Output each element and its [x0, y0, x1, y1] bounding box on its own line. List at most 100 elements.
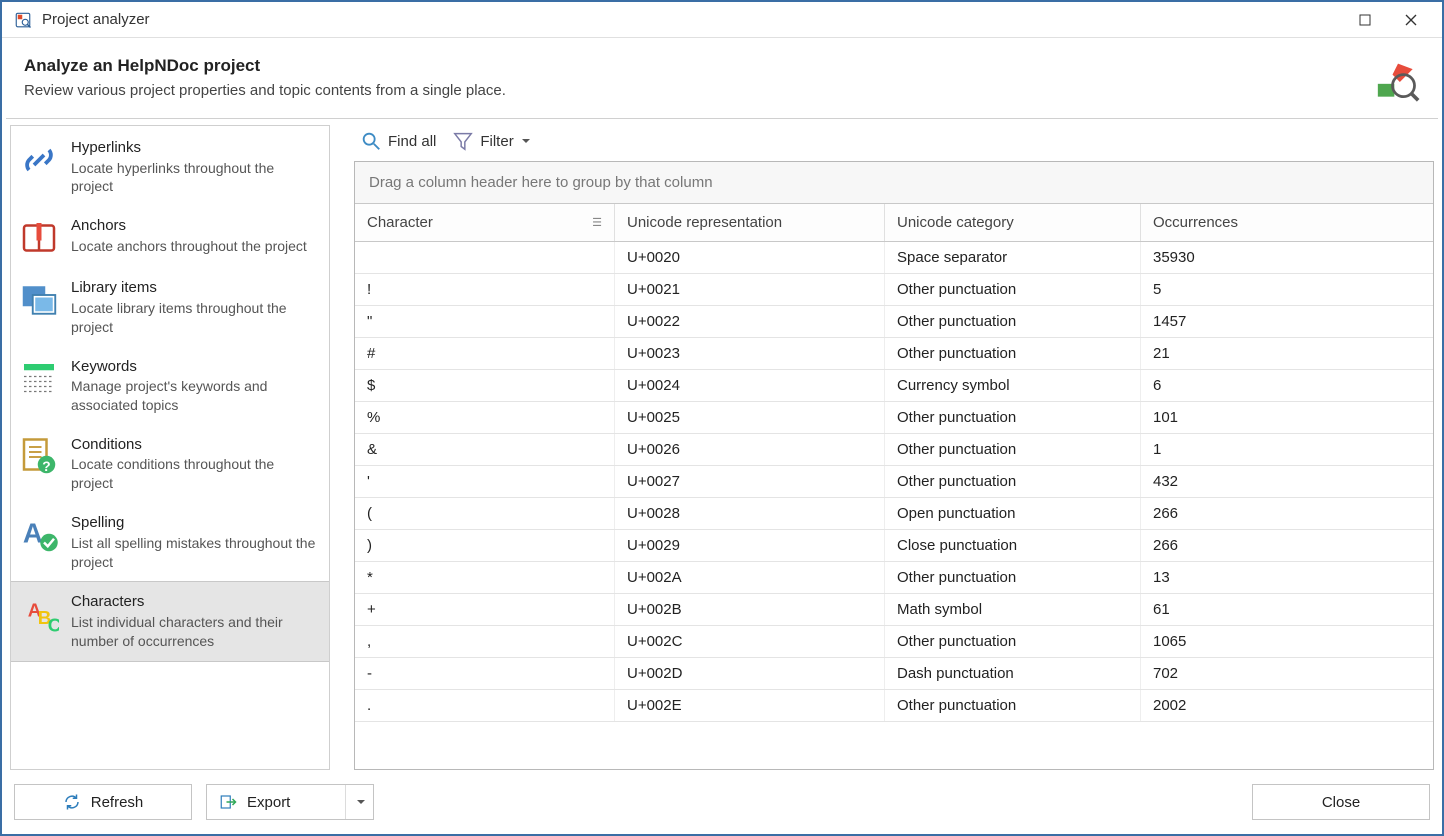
table-row[interactable]: (U+0028Open punctuation266: [355, 498, 1433, 530]
sidebar-item-conditions[interactable]: ? Conditions Locate conditions throughou…: [11, 425, 329, 503]
nav-title: Anchors: [71, 216, 319, 236]
nav-title: Conditions: [71, 435, 319, 455]
cell-unicode: U+0023: [615, 338, 885, 369]
book-icon: [19, 218, 59, 258]
results-grid: Drag a column header here to group by th…: [354, 161, 1434, 770]
column-header-category[interactable]: Unicode category: [885, 204, 1141, 241]
app-icon: [14, 11, 32, 29]
sidebar-item-keywords[interactable]: Keywords Manage project's keywords and a…: [11, 347, 329, 425]
nav-desc: List individual characters and their num…: [71, 613, 319, 651]
cell-character: !: [355, 274, 615, 305]
cell-unicode: U+002A: [615, 562, 885, 593]
cell-category: Open punctuation: [885, 498, 1141, 529]
cell-character: ): [355, 530, 615, 561]
table-row[interactable]: *U+002AOther punctuation13: [355, 562, 1433, 594]
table-row[interactable]: )U+0029Close punctuation266: [355, 530, 1433, 562]
sidebar-item-spelling[interactable]: A Spelling List all spelling mistakes th…: [11, 503, 329, 581]
cell-occurrences: 266: [1141, 498, 1433, 529]
table-row[interactable]: #U+0023Other punctuation21: [355, 338, 1433, 370]
window-controls: [1342, 4, 1434, 36]
cell-category: Other punctuation: [885, 306, 1141, 337]
table-row[interactable]: !U+0021Other punctuation5: [355, 274, 1433, 306]
cell-character: %: [355, 402, 615, 433]
cell-unicode: U+002E: [615, 690, 885, 721]
sidebar-item-library[interactable]: Library items Locate library items throu…: [11, 268, 329, 346]
column-header-unicode[interactable]: Unicode representation: [615, 204, 885, 241]
table-row[interactable]: %U+0025Other punctuation101: [355, 402, 1433, 434]
cell-occurrences: 13: [1141, 562, 1433, 593]
table-row[interactable]: 'U+0027Other punctuation432: [355, 466, 1433, 498]
cell-character: [355, 242, 615, 273]
content-area: Hyperlinks Locate hyperlinks throughout …: [2, 119, 1442, 772]
export-dropdown-arrow[interactable]: [345, 785, 373, 819]
table-row[interactable]: $U+0024Currency symbol6: [355, 370, 1433, 402]
table-row[interactable]: .U+002EOther punctuation2002: [355, 690, 1433, 722]
group-by-bar[interactable]: Drag a column header here to group by th…: [355, 162, 1433, 204]
find-all-label: Find all: [388, 133, 436, 150]
cell-character: ': [355, 466, 615, 497]
cell-character: -: [355, 658, 615, 689]
close-dialog-button[interactable]: Close: [1252, 784, 1430, 820]
cell-unicode: U+0021: [615, 274, 885, 305]
close-button[interactable]: [1388, 4, 1434, 36]
cell-category: Other punctuation: [885, 562, 1141, 593]
refresh-icon: [63, 793, 81, 811]
sidebar-item-hyperlinks[interactable]: Hyperlinks Locate hyperlinks throughout …: [11, 128, 329, 206]
cell-category: Other punctuation: [885, 690, 1141, 721]
grid-rows: U+0020Space separator35930!U+0021Other p…: [355, 242, 1433, 769]
table-row[interactable]: "U+0022Other punctuation1457: [355, 306, 1433, 338]
cell-occurrences: 2002: [1141, 690, 1433, 721]
table-row[interactable]: +U+002BMath symbol61: [355, 594, 1433, 626]
cell-category: Close punctuation: [885, 530, 1141, 561]
cell-occurrences: 35930: [1141, 242, 1433, 273]
sidebar-item-characters[interactable]: ABC Characters List individual character…: [11, 581, 329, 661]
column-header-character[interactable]: Character ☰: [355, 204, 615, 241]
export-button[interactable]: Export: [206, 784, 374, 820]
nav-desc: List all spelling mistakes throughout th…: [71, 534, 319, 572]
grid-toolbar: Find all Filter: [354, 125, 1434, 161]
nav-desc: Locate conditions throughout the project: [71, 455, 319, 493]
column-header-occurrences[interactable]: Occurrences: [1141, 204, 1433, 241]
cell-occurrences: 21: [1141, 338, 1433, 369]
cell-category: Other punctuation: [885, 626, 1141, 657]
conditions-icon: ?: [19, 437, 59, 477]
page-subtitle: Review various project properties and to…: [24, 82, 1376, 99]
cell-unicode: U+002D: [615, 658, 885, 689]
refresh-button[interactable]: Refresh: [14, 784, 192, 820]
table-row[interactable]: U+0020Space separator35930: [355, 242, 1433, 274]
cell-category: Other punctuation: [885, 402, 1141, 433]
table-row[interactable]: ,U+002COther punctuation1065: [355, 626, 1433, 658]
analyzer-header-icon: [1376, 60, 1420, 104]
cell-category: Other punctuation: [885, 338, 1141, 369]
filter-icon: [452, 130, 474, 152]
table-row[interactable]: &U+0026Other punctuation1: [355, 434, 1433, 466]
filter-button[interactable]: Filter: [448, 127, 537, 155]
maximize-button[interactable]: [1342, 4, 1388, 36]
page-header: Analyze an HelpNDoc project Review vario…: [2, 38, 1442, 118]
cell-unicode: U+002C: [615, 626, 885, 657]
svg-text:A: A: [23, 518, 43, 549]
cell-character: $: [355, 370, 615, 401]
keywords-icon: [19, 359, 59, 399]
nav-desc: Locate anchors throughout the project: [71, 237, 319, 256]
page-title: Analyze an HelpNDoc project: [24, 56, 1376, 76]
filter-label: Filter: [480, 133, 513, 150]
export-label: Export: [247, 794, 290, 811]
cell-category: Currency symbol: [885, 370, 1141, 401]
cell-character: &: [355, 434, 615, 465]
cell-occurrences: 5: [1141, 274, 1433, 305]
dialog-footer: Refresh Export Close: [2, 772, 1442, 834]
cell-category: Other punctuation: [885, 434, 1141, 465]
cell-character: .: [355, 690, 615, 721]
nav-title: Characters: [71, 592, 319, 612]
cell-occurrences: 101: [1141, 402, 1433, 433]
table-row[interactable]: -U+002DDash punctuation702: [355, 658, 1433, 690]
find-all-button[interactable]: Find all: [356, 127, 444, 155]
sidebar-item-anchors[interactable]: Anchors Locate anchors throughout the pr…: [11, 206, 329, 268]
close-label: Close: [1322, 794, 1360, 811]
nav-desc: Locate library items throughout the proj…: [71, 299, 319, 337]
cell-unicode: U+0025: [615, 402, 885, 433]
export-icon: [219, 793, 237, 811]
cell-unicode: U+0029: [615, 530, 885, 561]
cell-character: ,: [355, 626, 615, 657]
